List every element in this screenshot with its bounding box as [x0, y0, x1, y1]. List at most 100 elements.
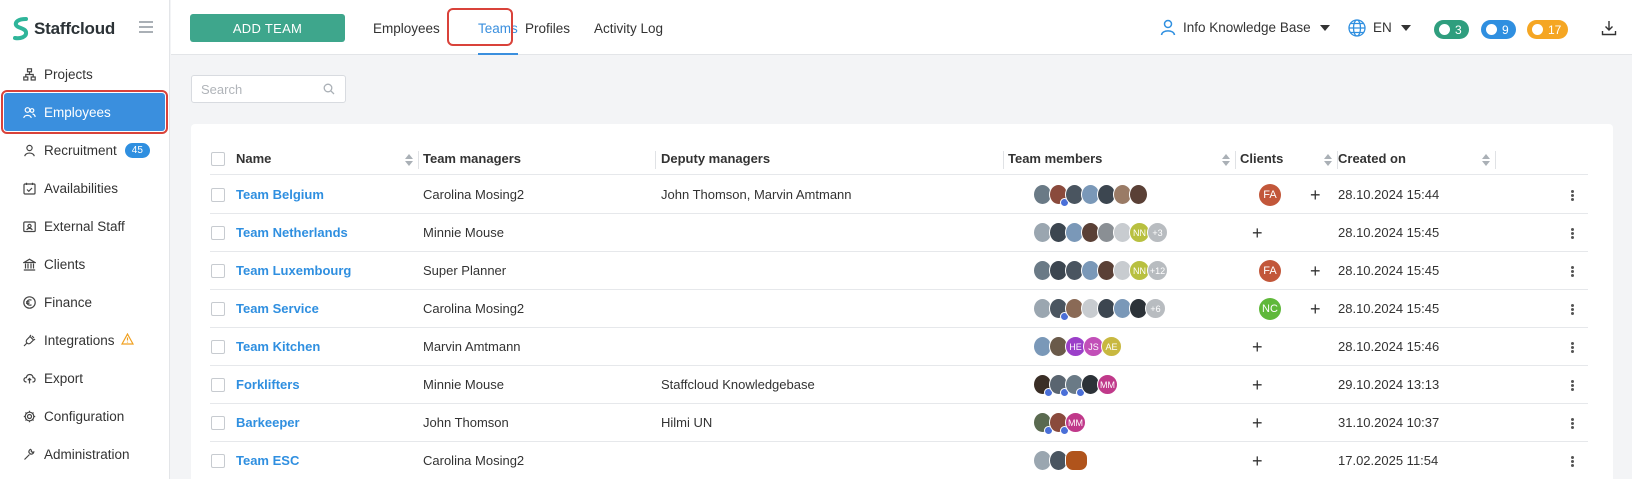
language-dropdown[interactable]: EN [1348, 0, 1411, 55]
team-managers: Minnie Mouse [423, 225, 504, 240]
team-name-link[interactable]: Team Service [236, 290, 319, 328]
download-icon[interactable] [1601, 20, 1617, 36]
column-header-team-managers: Team managers [423, 151, 522, 166]
team-name-link[interactable]: Team ESC [236, 442, 299, 479]
table-row[interactable]: Team Service Carolina Mosing2 +6 NC + 28… [210, 290, 1588, 328]
row-menu-icon[interactable] [1571, 266, 1574, 277]
select-all-checkbox[interactable] [211, 152, 225, 166]
team-managers: John Thomson [423, 415, 509, 430]
row-checkbox[interactable] [211, 302, 225, 316]
table-row[interactable]: Team Belgium Carolina Mosing2 John Thoms… [210, 176, 1588, 214]
sort-icon[interactable] [1222, 154, 1230, 166]
row-checkbox[interactable] [211, 378, 225, 392]
row-checkbox[interactable] [211, 416, 225, 430]
row-menu-icon[interactable] [1571, 190, 1574, 201]
team-name-link[interactable]: Team Belgium [236, 176, 324, 214]
tab-activity-log[interactable]: Activity Log [594, 0, 663, 55]
chat-icon [1439, 24, 1450, 35]
column-header-team-members[interactable]: Team members [1008, 143, 1102, 175]
table-row[interactable]: Team Luxembourg Super Planner NN +12 FA … [210, 252, 1588, 290]
team-members-avatars[interactable]: +6 [1033, 298, 1166, 321]
messages-counter[interactable]: 3 [1434, 20, 1469, 39]
sidebar-item-projects[interactable]: Projects [0, 55, 169, 93]
notifications-counter[interactable]: 9 [1481, 20, 1516, 39]
team-members-avatars[interactable]: NN +12 [1033, 260, 1168, 282]
sort-icon[interactable] [405, 154, 413, 166]
menu-toggle-icon[interactable] [139, 21, 153, 33]
team-members-avatars[interactable]: HE JS AE [1033, 336, 1122, 358]
column-header-created-on[interactable]: Created on [1338, 143, 1406, 175]
team-members-avatars[interactable]: NN +3 [1033, 222, 1168, 244]
sidebar-item-configuration[interactable]: Configuration [0, 397, 169, 435]
gear-icon [22, 409, 36, 423]
sidebar-item-integrations[interactable]: Integrations [0, 321, 169, 359]
language-label: EN [1373, 20, 1392, 35]
tab-profiles[interactable]: Profiles [525, 0, 570, 55]
table-row[interactable]: Team Kitchen Marvin Amtmann HE JS AE + 2… [210, 328, 1588, 366]
add-client-button[interactable]: + [1252, 404, 1263, 442]
bank-icon [22, 257, 36, 271]
sort-icon[interactable] [1324, 154, 1332, 166]
tab-employees[interactable]: Employees [373, 0, 440, 55]
table-row[interactable]: Team ESC Carolina Mosing2 + 17.02.2025 1… [210, 442, 1588, 479]
team-members-avatars[interactable] [1033, 184, 1148, 207]
row-checkbox[interactable] [211, 264, 225, 278]
add-client-button[interactable]: + [1252, 442, 1263, 479]
team-name-link[interactable]: Team Luxembourg [236, 252, 351, 290]
sidebar-item-export[interactable]: Export [0, 359, 169, 397]
search-input[interactable] [192, 76, 312, 102]
recruitment-count-badge: 45 [124, 142, 150, 158]
knowledge-base-dropdown[interactable]: Info Knowledge Base [1160, 0, 1330, 55]
sidebar-item-recruitment[interactable]: Recruitment 45 [0, 131, 169, 169]
team-members-avatars[interactable] [1033, 450, 1088, 472]
column-header-name[interactable]: Name [236, 143, 271, 175]
team-name-link[interactable]: Forklifters [236, 366, 300, 404]
row-menu-icon[interactable] [1571, 418, 1574, 429]
sidebar-item-label: External Staff [44, 218, 125, 234]
add-client-button[interactable]: + [1252, 214, 1263, 252]
team-name-link[interactable]: Team Kitchen [236, 328, 320, 366]
table-row[interactable]: Forklifters Minnie Mouse Staffcloud Know… [210, 366, 1588, 404]
sort-icon[interactable] [1482, 154, 1490, 166]
logo[interactable]: Staffcloud [12, 16, 115, 42]
client-avatar[interactable]: FA [1259, 260, 1281, 282]
client-avatar[interactable]: FA [1259, 184, 1281, 206]
add-team-button[interactable]: ADD TEAM [190, 14, 345, 42]
column-divider [1495, 151, 1496, 169]
add-client-button[interactable]: + [1310, 252, 1321, 290]
client-avatar[interactable]: NC [1259, 298, 1281, 320]
sidebar-item-availabilities[interactable]: Availabilities [0, 169, 169, 207]
reminders-counter[interactable]: 17 [1527, 20, 1569, 39]
row-checkbox[interactable] [211, 226, 225, 240]
chevron-down-icon [1400, 24, 1411, 31]
row-menu-icon[interactable] [1571, 228, 1574, 239]
add-client-button[interactable]: + [1310, 176, 1321, 214]
row-checkbox[interactable] [211, 454, 225, 468]
team-managers: Carolina Mosing2 [423, 453, 525, 468]
row-menu-icon[interactable] [1571, 456, 1574, 467]
team-members-avatars[interactable]: MM [1033, 412, 1086, 435]
row-menu-icon[interactable] [1571, 342, 1574, 353]
row-checkbox[interactable] [211, 188, 225, 202]
sidebar-item-label: Projects [44, 66, 93, 82]
sidebar-item-clients[interactable]: Clients [0, 245, 169, 283]
add-client-button[interactable]: + [1252, 366, 1263, 404]
team-members-avatars[interactable]: MM [1033, 374, 1118, 397]
warning-icon [120, 332, 134, 348]
table-row[interactable]: Barkeeper John Thomson Hilmi UN MM + 31.… [210, 404, 1588, 442]
sidebar-item-administration[interactable]: Administration [0, 435, 169, 473]
team-name-link[interactable]: Barkeeper [236, 404, 300, 442]
row-checkbox[interactable] [211, 340, 225, 354]
add-client-button[interactable]: + [1310, 290, 1321, 328]
add-client-button[interactable]: + [1252, 328, 1263, 366]
row-menu-icon[interactable] [1571, 380, 1574, 391]
sidebar-item-finance[interactable]: Finance [0, 283, 169, 321]
sidebar-item-employees[interactable]: Employees [1, 90, 168, 134]
created-on: 29.10.2024 13:13 [1338, 377, 1440, 392]
team-name-link[interactable]: Team Netherlands [236, 214, 348, 252]
column-header-clients[interactable]: Clients [1240, 143, 1283, 175]
row-menu-icon[interactable] [1571, 304, 1574, 315]
euro-icon [22, 295, 36, 309]
sidebar-item-external-staff[interactable]: External Staff [0, 207, 169, 245]
table-row[interactable]: Team Netherlands Minnie Mouse NN +3 + 28… [210, 214, 1588, 252]
